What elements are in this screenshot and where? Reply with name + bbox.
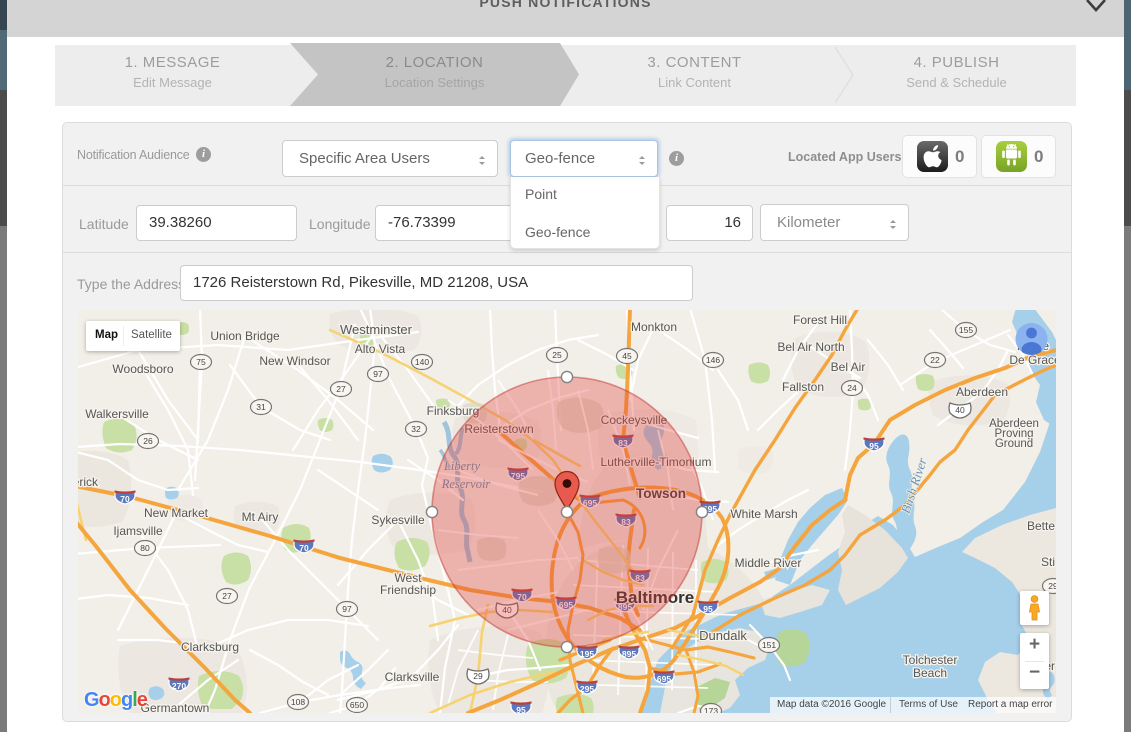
svg-text:Ijamsville: Ijamsville xyxy=(113,524,163,538)
svg-text:Woodsboro: Woodsboro xyxy=(112,362,173,376)
svg-text:25: 25 xyxy=(552,350,562,360)
svg-text:White Marsh: White Marsh xyxy=(730,507,797,521)
svg-text:26: 26 xyxy=(143,436,153,446)
svg-text:Tolchester: Tolchester xyxy=(903,653,958,667)
svg-text:80: 80 xyxy=(140,543,150,553)
svg-text:De Grace: De Grace xyxy=(1009,353,1056,367)
svg-text:140: 140 xyxy=(415,357,429,367)
svg-text:155: 155 xyxy=(959,325,973,335)
svg-text:70: 70 xyxy=(120,494,130,504)
svg-text:173: 173 xyxy=(704,706,718,713)
svg-text:Alto Vista: Alto Vista xyxy=(355,342,406,356)
svg-text:Mt Airy: Mt Airy xyxy=(242,510,279,524)
svg-text:New Windsor: New Windsor xyxy=(259,354,330,368)
svg-text:40: 40 xyxy=(955,405,965,415)
svg-text:75: 75 xyxy=(196,357,206,367)
svg-text:27: 27 xyxy=(336,384,346,394)
svg-text:Clarksville: Clarksville xyxy=(385,670,440,684)
svg-text:45: 45 xyxy=(622,351,632,361)
svg-text:Germantown: Germantown xyxy=(141,701,210,713)
svg-text:108: 108 xyxy=(291,697,305,707)
svg-text:151: 151 xyxy=(762,640,776,650)
svg-text:31: 31 xyxy=(256,402,266,412)
svg-text:97: 97 xyxy=(373,369,383,379)
svg-text:Bel Air North: Bel Air North xyxy=(777,340,844,354)
svg-text:695: 695 xyxy=(657,674,671,684)
svg-text:Sti: Sti xyxy=(1041,555,1055,569)
svg-text:24: 24 xyxy=(847,383,857,393)
svg-text:Dundalk: Dundalk xyxy=(699,628,747,643)
svg-text:95: 95 xyxy=(516,705,526,713)
svg-text:Walkersville: Walkersville xyxy=(85,407,149,421)
svg-text:Forest Hill: Forest Hill xyxy=(793,313,847,327)
svg-text:70: 70 xyxy=(299,543,309,553)
svg-text:895: 895 xyxy=(622,649,636,659)
svg-text:Union Bridge: Union Bridge xyxy=(210,329,280,343)
svg-text:Monkton: Monkton xyxy=(631,320,677,334)
svg-text:95: 95 xyxy=(869,441,879,451)
svg-text:27: 27 xyxy=(222,591,232,601)
svg-text:Bel Air: Bel Air xyxy=(831,360,866,374)
svg-text:Bette: Bette xyxy=(1027,519,1055,533)
svg-text:Ground: Ground xyxy=(995,438,1033,450)
svg-text:22: 22 xyxy=(930,355,940,365)
svg-text:29: 29 xyxy=(1048,581,1056,591)
svg-text:Clarksburg: Clarksburg xyxy=(181,640,239,654)
svg-text:New Market: New Market xyxy=(144,506,209,520)
svg-text:97: 97 xyxy=(342,604,352,614)
svg-text:95: 95 xyxy=(703,604,713,614)
svg-text:Westminster: Westminster xyxy=(340,322,413,337)
svg-text:Aberdeen: Aberdeen xyxy=(956,385,1008,399)
svg-text:32: 32 xyxy=(411,424,421,434)
svg-text:270: 270 xyxy=(172,681,186,691)
svg-text:29: 29 xyxy=(473,671,483,681)
svg-text:Fallston: Fallston xyxy=(782,380,824,394)
svg-text:Frederick: Frederick xyxy=(78,475,99,489)
svg-text:146: 146 xyxy=(706,355,720,365)
svg-text:Beach: Beach xyxy=(913,666,947,680)
svg-text:Middle River: Middle River xyxy=(735,556,802,570)
svg-text:Friendship: Friendship xyxy=(380,583,436,597)
svg-text:Sykesville: Sykesville xyxy=(371,513,425,527)
svg-text:650: 650 xyxy=(350,700,364,710)
svg-text:295: 295 xyxy=(580,684,594,694)
svg-text:195: 195 xyxy=(580,649,594,659)
